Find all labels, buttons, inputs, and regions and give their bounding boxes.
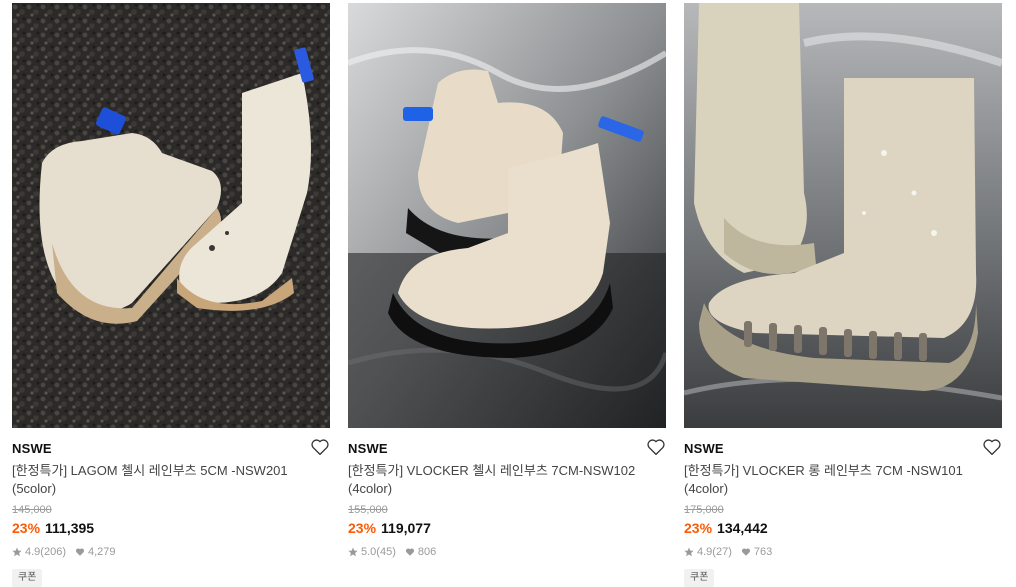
product-title[interactable]: [한정특가] VLOCKER 롱 레인부츠 7CM -NSW101 (4colo… [684, 462, 984, 498]
product-meta: 4.9 (206) 4,279 [12, 545, 330, 559]
original-price: 155,000 [348, 504, 388, 516]
heart-outline-icon[interactable] [310, 438, 330, 456]
product-card[interactable]: NSWE [한정특가] VLOCKER 롱 레인부츠 7CM -NSW101 (… [684, 3, 1002, 587]
product-image[interactable] [348, 3, 666, 428]
star-icon [12, 547, 22, 557]
brand-name[interactable]: NSWE [12, 440, 330, 458]
sale-price: 134,442 [717, 520, 768, 536]
like-count: 763 [753, 546, 773, 558]
review-count: (27) [712, 546, 732, 558]
product-card[interactable]: NSWE [한정특가] VLOCKER 첼시 레인부츠 7CM-NSW102 (… [348, 3, 666, 559]
like-count: 4,279 [87, 546, 116, 558]
heart-filled-icon [741, 548, 750, 556]
discount-rate: 23% [12, 520, 41, 536]
original-price: 175,000 [684, 504, 724, 516]
heart-filled-icon [75, 548, 85, 556]
price-row: 23% 134,442 [684, 519, 1002, 537]
heart-filled-icon [405, 548, 414, 556]
product-grid: NSWE [한정특가] LAGOM 첼시 레인부츠 5CM -NSW201 (5… [0, 0, 1016, 587]
product-title[interactable]: [한정특가] VLOCKER 첼시 레인부츠 7CM-NSW102 (4colo… [348, 462, 648, 498]
sale-price: 111,395 [45, 520, 95, 536]
original-price: 145,000 [12, 504, 52, 516]
product-meta: 4.9 (27) 763 [684, 545, 1002, 559]
product-image[interactable] [12, 3, 330, 428]
product-image[interactable] [684, 3, 1002, 428]
review-count: (206) [40, 546, 66, 558]
product-card[interactable]: NSWE [한정특가] LAGOM 첼시 레인부츠 5CM -NSW201 (5… [12, 3, 330, 587]
discount-rate: 23% [684, 520, 713, 536]
rating-value: 4.9 [697, 546, 713, 558]
star-icon [348, 547, 358, 557]
rating-value: 5.0 [361, 546, 377, 558]
sale-price: 119,077 [381, 520, 431, 536]
brand-name[interactable]: NSWE [348, 440, 666, 458]
coupon-badge: 쿠폰 [684, 569, 715, 587]
review-count: (45) [376, 546, 396, 558]
heart-outline-icon[interactable] [646, 438, 666, 456]
heart-outline-icon[interactable] [982, 438, 1002, 456]
price-row: 23% 119,077 [348, 519, 666, 537]
discount-rate: 23% [348, 520, 377, 536]
rating-value: 4.9 [25, 546, 41, 558]
coupon-badge: 쿠폰 [12, 569, 43, 587]
product-title[interactable]: [한정특가] LAGOM 첼시 레인부츠 5CM -NSW201 (5color… [12, 462, 312, 498]
product-meta: 5.0 (45) 806 [348, 545, 666, 559]
like-count: 806 [417, 546, 437, 558]
price-row: 23% 111,395 [12, 519, 330, 537]
star-icon [684, 547, 694, 557]
brand-name[interactable]: NSWE [684, 440, 1002, 458]
